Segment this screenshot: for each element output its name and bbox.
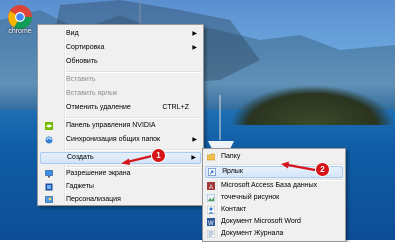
menu-separator <box>66 71 201 73</box>
gadgets-icon <box>45 183 53 191</box>
menu-item-label: Персонализация <box>66 196 121 203</box>
chrome-icon[interactable] <box>6 3 34 31</box>
menu-item-label: Ярлык <box>222 168 243 175</box>
folder-icon <box>207 153 215 161</box>
personalize-icon <box>45 196 53 203</box>
nvidia-icon <box>45 122 53 130</box>
menu-item-label: точечный рисунок <box>221 194 280 201</box>
menu-item-gadgets[interactable]: Гаджеты <box>40 181 201 193</box>
sync-icon <box>45 136 53 144</box>
menu-item-label: Панель управления NVIDIA <box>66 122 156 129</box>
menu-item-paste[interactable]: Вставить <box>40 74 201 86</box>
menu-item-label: Гаджеты <box>66 183 94 190</box>
sailboat <box>208 95 234 149</box>
menu-item-view[interactable]: Вид ▶ <box>40 28 201 40</box>
menu-item-paste-shortcut[interactable]: Вставить ярлык <box>40 88 201 100</box>
annotation-badge-2: 2 <box>315 162 330 177</box>
menu-item-label: Создать <box>67 154 94 161</box>
submenu-item-journal[interactable]: Документ Журнала <box>205 228 343 240</box>
submenu-item-access[interactable]: A Microsoft Access База данных <box>205 180 343 192</box>
menu-item-sync[interactable]: Синхронизация общих папок ▶ <box>40 134 201 146</box>
menu-separator <box>66 117 201 119</box>
menu-item-label: Синхронизация общих папок <box>66 136 161 143</box>
svg-text:W: W <box>208 221 214 226</box>
chevron-right-icon: ▶ <box>191 155 196 161</box>
menu-item-label: Вставить ярлык <box>66 90 118 97</box>
menu-item-label: Вид <box>66 30 79 37</box>
menu-item-label: Сортировка <box>66 44 105 51</box>
annotation-badge-1: 1 <box>151 148 166 163</box>
chevron-right-icon: ▶ <box>192 137 197 143</box>
access-icon: A <box>207 182 215 190</box>
menu-item-personalize[interactable]: Персонализация <box>40 194 201 206</box>
island <box>230 85 395 125</box>
menu-item-label: Microsoft Access База данных <box>221 182 318 189</box>
menu-item-label: Документ Microsoft Word <box>221 218 301 225</box>
display-icon <box>45 170 53 178</box>
menu-item-refresh[interactable]: Обновить <box>40 56 201 68</box>
menu-item-undo-delete[interactable]: Отменить удаление CTRL+Z <box>40 102 201 114</box>
chrome-label[interactable]: chrome <box>0 28 40 35</box>
menu-item-label: Контакт <box>221 206 247 213</box>
submenu-item-contact[interactable]: Контакт <box>205 204 343 216</box>
submenu-item-bitmap[interactable]: точечный рисунок <box>205 192 343 204</box>
menu-item-nvidia[interactable]: Панель управления NVIDIA <box>40 120 201 132</box>
svg-text:A: A <box>209 185 213 190</box>
contact-icon <box>207 206 215 214</box>
menu-item-label: Обновить <box>66 58 98 65</box>
menu-item-label: Папку <box>221 153 241 160</box>
word-icon: W <box>207 218 215 226</box>
menu-item-label: Вставить <box>66 76 96 83</box>
annotation-arrow-2 <box>281 161 316 172</box>
journal-icon <box>207 230 215 238</box>
chevron-right-icon: ▶ <box>192 45 197 51</box>
bitmap-icon <box>207 194 215 202</box>
menu-item-label: Документ Журнала <box>221 230 284 237</box>
chevron-right-icon: ▶ <box>192 31 197 37</box>
menu-item-label: Отменить удаление <box>66 104 131 111</box>
shortcut-icon <box>208 168 216 176</box>
submenu-item-word[interactable]: W Документ Microsoft Word <box>205 216 343 228</box>
menu-item-sort[interactable]: Сортировка ▶ <box>40 42 201 54</box>
context-menu: Вид ▶ Сортировка ▶ Обновить Вставить Вст… <box>37 24 204 206</box>
menu-item-label: Разрешение экрана <box>66 170 131 177</box>
menu-item-shortcut: CTRL+Z <box>162 104 189 111</box>
